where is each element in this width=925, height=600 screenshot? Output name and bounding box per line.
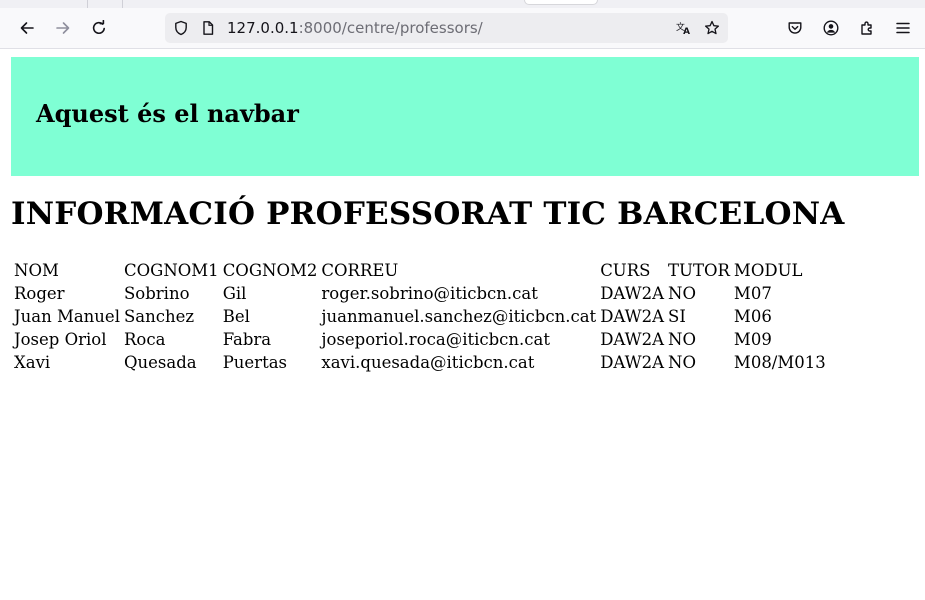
svg-text:A: A: [683, 27, 690, 36]
cell-cognom2: Gil: [222, 284, 247, 303]
professors-table: NOM COGNOM1 COGNOM2 CORREU CURS TUTOR MO…: [11, 258, 829, 375]
column-header-modul: MODUL: [733, 261, 803, 280]
cell-correu: joseporiol.roca@iticbcn.cat: [321, 330, 550, 349]
account-icon: [823, 20, 839, 36]
table-row: Juan Manuel Sanchez Bel juanmanuel.sanch…: [13, 306, 827, 327]
navbar: Aquest és el navbar: [11, 57, 919, 176]
column-header-curs: CURS: [600, 261, 651, 280]
column-header-cognom1: COGNOM1: [123, 261, 219, 280]
navigation-toolbar: 127.0.0.1:8000/centre/professors/ 文A: [0, 8, 925, 49]
cell-cognom2: Bel: [222, 307, 250, 326]
cell-modul: M07: [733, 284, 772, 303]
page-icon[interactable]: [200, 20, 216, 36]
cell-nom: Xavi: [14, 353, 51, 372]
reload-button[interactable]: [85, 14, 113, 42]
address-bar[interactable]: 127.0.0.1:8000/centre/professors/ 文A: [165, 13, 728, 43]
page-title: INFORMACIÓ PROFESSORAT TIC BARCELONA: [11, 196, 845, 232]
account-button[interactable]: [817, 14, 845, 42]
url-host: 127.0.0.1: [227, 19, 299, 37]
column-header-tutor: TUTOR: [668, 261, 730, 280]
reload-icon: [91, 20, 107, 36]
cell-cognom1: Sanchez: [123, 307, 195, 326]
pocket-button[interactable]: [781, 14, 809, 42]
table-row: Josep Oriol Roca Fabra joseporiol.roca@i…: [13, 329, 827, 350]
cell-nom: Josep Oriol: [14, 330, 107, 349]
hamburger-menu-icon: [895, 20, 911, 36]
navbar-title: Aquest és el navbar: [36, 99, 299, 128]
cell-curs: DAW2A: [600, 307, 665, 326]
cell-tutor: SI: [668, 307, 686, 326]
cell-tutor: NO: [668, 330, 697, 349]
tab-separator: [87, 0, 88, 8]
cell-modul: M08/M013: [733, 353, 826, 372]
forward-button[interactable]: [49, 14, 77, 42]
column-header-correu: CORREU: [321, 261, 399, 280]
cell-cognom1: Sobrino: [123, 284, 190, 303]
tab-separator: [122, 0, 123, 8]
column-header-cognom2: COGNOM2: [222, 261, 318, 280]
table-row: Xavi Quesada Puertas xavi.quesada@iticbc…: [13, 352, 827, 373]
cell-correu: juanmanuel.sanchez@iticbcn.cat: [321, 307, 597, 326]
arrow-right-icon: [55, 20, 71, 36]
cell-nom: Juan Manuel: [14, 307, 120, 326]
back-button[interactable]: [13, 14, 41, 42]
url-text[interactable]: 127.0.0.1:8000/centre/professors/: [227, 19, 483, 37]
cell-tutor: NO: [668, 353, 697, 372]
cell-cognom2: Fabra: [222, 330, 272, 349]
cell-cognom1: Roca: [123, 330, 166, 349]
star-icon[interactable]: [704, 20, 720, 36]
cell-tutor: NO: [668, 284, 697, 303]
column-header-nom: NOM: [14, 261, 59, 280]
arrow-left-icon: [19, 20, 35, 36]
cell-curs: DAW2A: [600, 353, 665, 372]
cell-correu: roger.sobrino@iticbcn.cat: [321, 284, 538, 303]
app-menu-button[interactable]: [889, 14, 917, 42]
url-path: :8000/centre/professors/: [298, 19, 483, 37]
active-tab[interactable]: [525, 0, 597, 4]
cell-modul: M09: [733, 330, 772, 349]
puzzle-icon: [859, 20, 875, 36]
cell-modul: M06: [733, 307, 772, 326]
cell-cognom1: Quesada: [123, 353, 197, 372]
table-header-row: NOM COGNOM1 COGNOM2 CORREU CURS TUTOR MO…: [13, 260, 827, 281]
table-row: Roger Sobrino Gil roger.sobrino@iticbcn.…: [13, 283, 827, 304]
cell-curs: DAW2A: [600, 330, 665, 349]
cell-nom: Roger: [14, 284, 65, 303]
translate-icon[interactable]: 文A: [676, 20, 692, 36]
shield-icon[interactable]: [173, 20, 189, 36]
cell-curs: DAW2A: [600, 284, 665, 303]
extensions-button[interactable]: [853, 14, 881, 42]
cell-correu: xavi.quesada@iticbcn.cat: [321, 353, 535, 372]
pocket-icon: [787, 20, 803, 36]
cell-cognom2: Puertas: [222, 353, 288, 372]
